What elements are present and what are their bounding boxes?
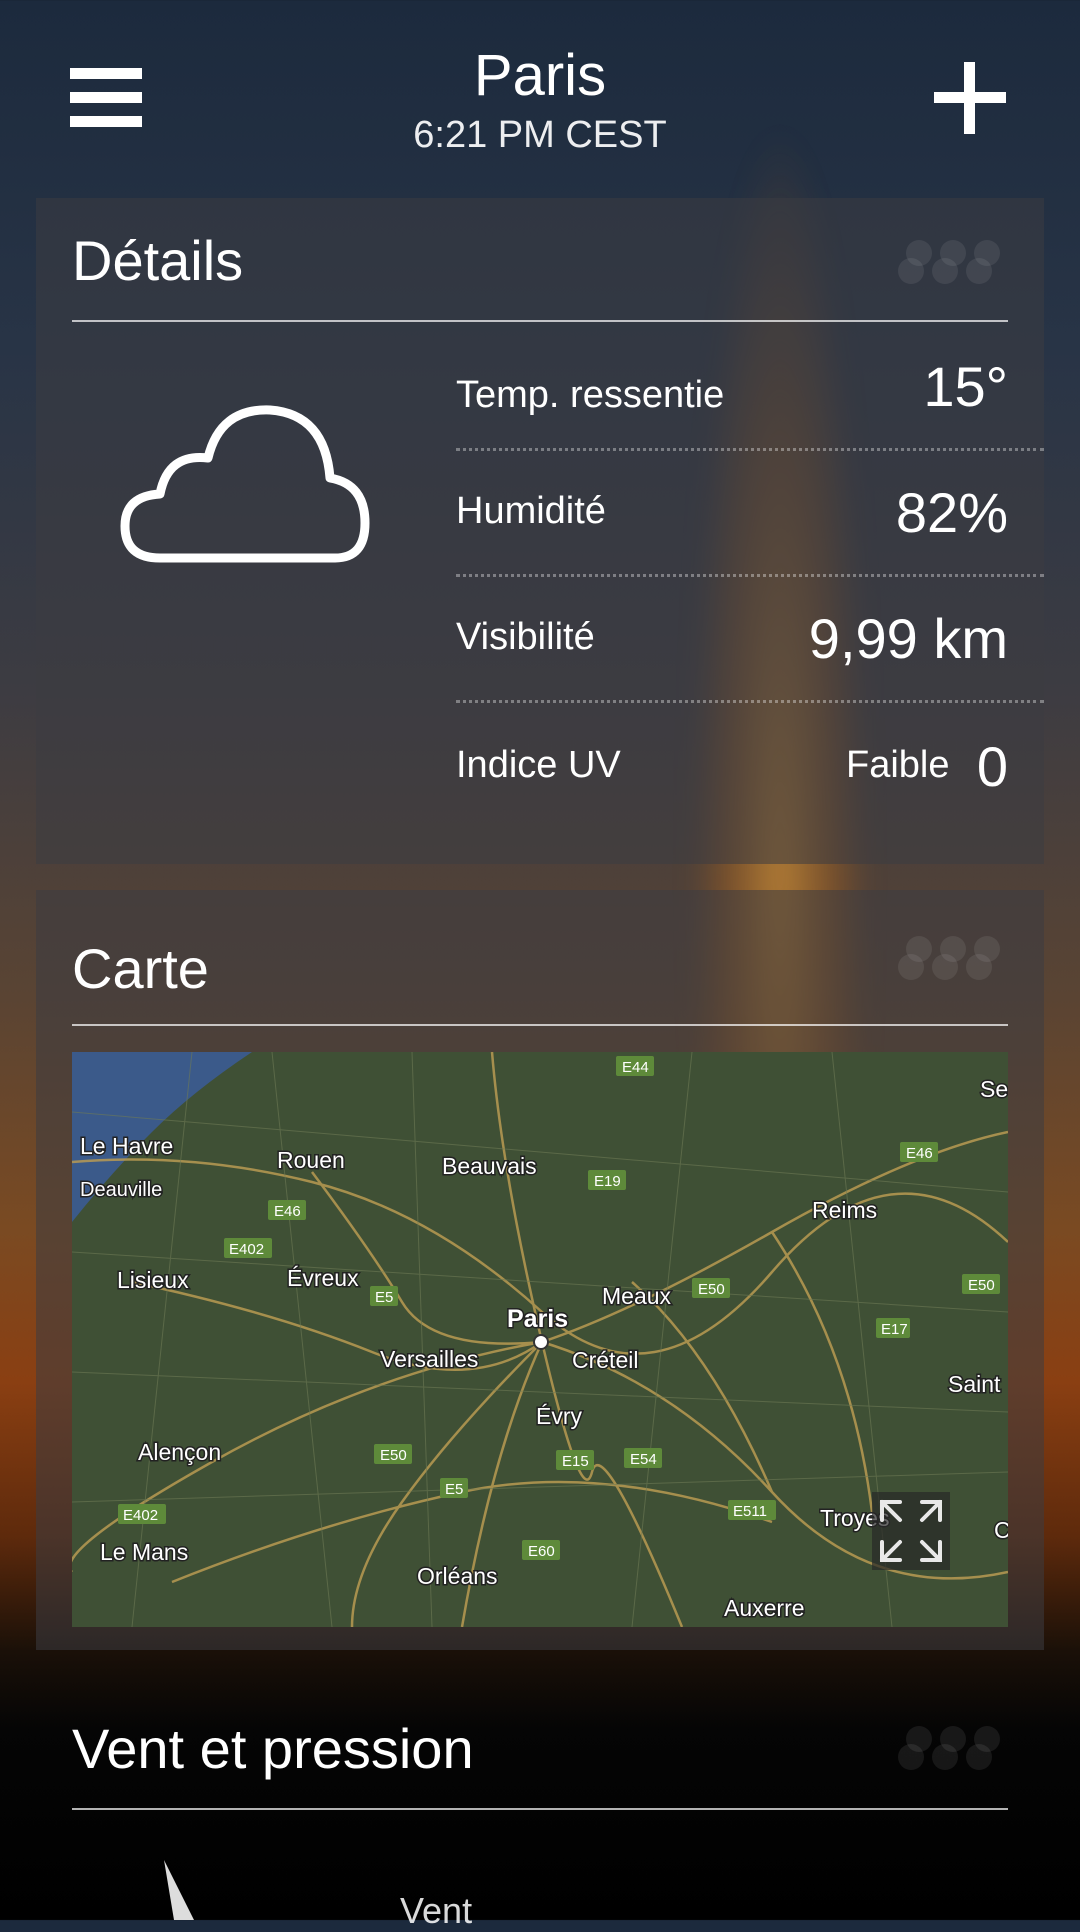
map-city-label: Reims <box>812 1197 877 1223</box>
drag-handle-icon[interactable] <box>898 932 1008 992</box>
feels-like-value: 15° <box>923 355 1008 418</box>
row-divider <box>456 700 1044 703</box>
visibility-label: Visibilité <box>456 616 595 658</box>
map-city-label: Paris <box>507 1305 568 1333</box>
road-label: E511 <box>733 1503 767 1520</box>
wind-title: Vent et pression <box>72 1717 474 1780</box>
expand-map-icon[interactable] <box>872 1492 950 1570</box>
map-city-label: Évreux <box>287 1265 359 1291</box>
map-city-label: Saint <box>948 1371 1001 1397</box>
road-label: E17 <box>881 1321 908 1338</box>
road-label: E50 <box>698 1281 725 1298</box>
drag-handle-icon[interactable] <box>898 1722 1008 1782</box>
add-location-icon[interactable] <box>934 62 1006 134</box>
map-title: Carte <box>72 937 209 1000</box>
location-title[interactable]: Paris <box>0 42 1080 109</box>
feels-like-label: Temp. ressentie <box>456 374 725 416</box>
map-divider <box>72 1024 1008 1026</box>
road-label: E15 <box>562 1453 589 1470</box>
map-city-label: Beauvais <box>442 1153 537 1179</box>
map-marker-icon <box>533 1334 549 1350</box>
details-divider <box>72 320 1008 322</box>
road-label: E402 <box>229 1241 264 1258</box>
map-city-label: Versailles <box>380 1346 478 1372</box>
visibility-value: 9,99 km <box>808 607 1008 670</box>
local-time: 6:21 PM CEST <box>413 114 667 156</box>
road-label: E46 <box>274 1203 301 1220</box>
road-label: E46 <box>906 1145 933 1162</box>
uv-index-label: Indice UV <box>456 744 621 786</box>
cloud-icon <box>120 405 370 563</box>
map-city-label: Le Havre <box>80 1133 173 1159</box>
humidity-label: Humidité <box>456 490 606 532</box>
map-city-label: Se <box>980 1076 1008 1102</box>
road-label: E50 <box>380 1447 407 1464</box>
road-label: E5 <box>445 1481 463 1498</box>
top-bar: Paris 6:21 PM CEST <box>0 0 1080 170</box>
road-label: E54 <box>630 1451 657 1468</box>
drag-handle-icon[interactable] <box>898 236 1008 296</box>
map-city-label: Lisieux <box>117 1267 189 1293</box>
map-city-label: Orléans <box>417 1563 498 1589</box>
map-city-label: Deauville <box>80 1179 162 1201</box>
road-label: E44 <box>622 1059 649 1076</box>
map-city-label: Le Mans <box>100 1539 188 1565</box>
wind-divider <box>72 1808 1008 1810</box>
road-label: E5 <box>375 1289 393 1306</box>
wind-turbine-icon <box>164 1860 194 1920</box>
map-city-label: Évry <box>536 1403 583 1429</box>
details-card: Détails Temp. ressentie 15° Humidité 82%… <box>36 198 1044 864</box>
row-divider <box>456 448 1044 451</box>
map-city-label: Rouen <box>277 1147 345 1173</box>
humidity-value: 82% <box>895 481 1008 544</box>
uv-index-value: 0 <box>976 735 1008 798</box>
map-city-label: Créteil <box>572 1347 638 1373</box>
weather-map[interactable]: Le Havre Deauville Rouen Beauvais Reims … <box>72 1052 1008 1627</box>
row-divider <box>456 574 1044 577</box>
map-city-label: Meaux <box>602 1283 672 1309</box>
details-title: Détails <box>72 229 244 292</box>
map-city-label: Auxerre <box>724 1595 805 1621</box>
road-label: E50 <box>968 1277 995 1294</box>
road-label: E402 <box>123 1507 158 1524</box>
uv-level-text: Faible <box>846 744 950 786</box>
map-city-label: C <box>994 1517 1008 1543</box>
wind-label: Vent <box>400 1890 473 1931</box>
map-city-label: Alençon <box>138 1439 221 1465</box>
road-label: E60 <box>528 1543 555 1560</box>
road-label: E19 <box>594 1173 621 1190</box>
